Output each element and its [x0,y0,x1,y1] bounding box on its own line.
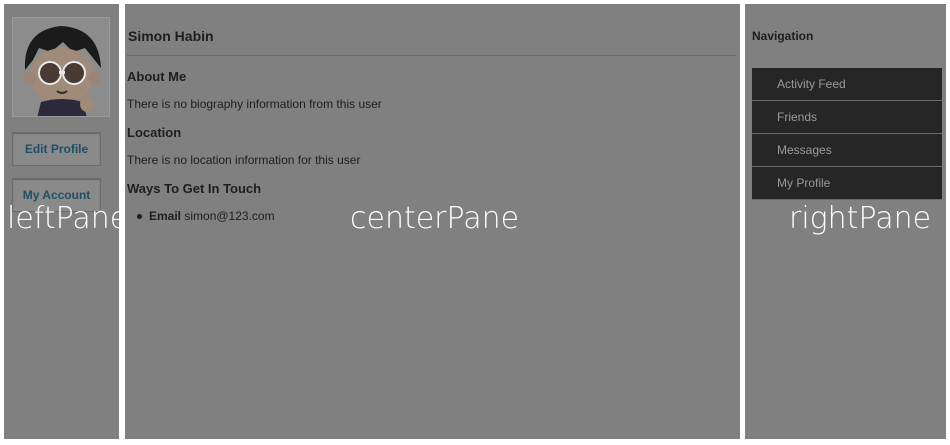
location-text: There is no location information for thi… [127,153,361,167]
nav-item-messages[interactable]: Messages [752,134,942,167]
avatar[interactable] [12,17,110,117]
about-me-heading: About Me [127,69,187,84]
navigation-menu: Activity Feed Friends Messages My Profil… [752,68,942,200]
left-pane-label: leftPane [7,201,129,236]
right-pane: Navigation Activity Feed Friends Message… [745,4,946,439]
center-pane: Simon Habin About Me There is no biograp… [125,4,740,439]
contact-email-item: Email simon@123.com [137,209,275,223]
right-pane-label: rightPane [789,201,932,236]
center-pane-label: centerPane [350,201,520,236]
email-label: Email [149,209,182,223]
user-name-heading: Simon Habin [128,28,214,44]
location-heading: Location [127,125,182,140]
bullet-icon [137,214,142,220]
divider [127,55,736,56]
avatar-image [13,18,109,116]
navigation-heading: Navigation [752,29,814,43]
left-pane: Edit Profile My Account leftPane [4,4,128,439]
contact-heading: Ways To Get In Touch [127,181,262,196]
nav-item-friends[interactable]: Friends [752,101,942,134]
nav-item-activity-feed[interactable]: Activity Feed [752,68,942,101]
about-me-text: There is no biography information from t… [127,97,382,111]
email-value[interactable]: simon@123.com [184,209,274,223]
nav-item-my-profile[interactable]: My Profile [752,167,942,200]
edit-profile-button[interactable]: Edit Profile [12,132,101,166]
